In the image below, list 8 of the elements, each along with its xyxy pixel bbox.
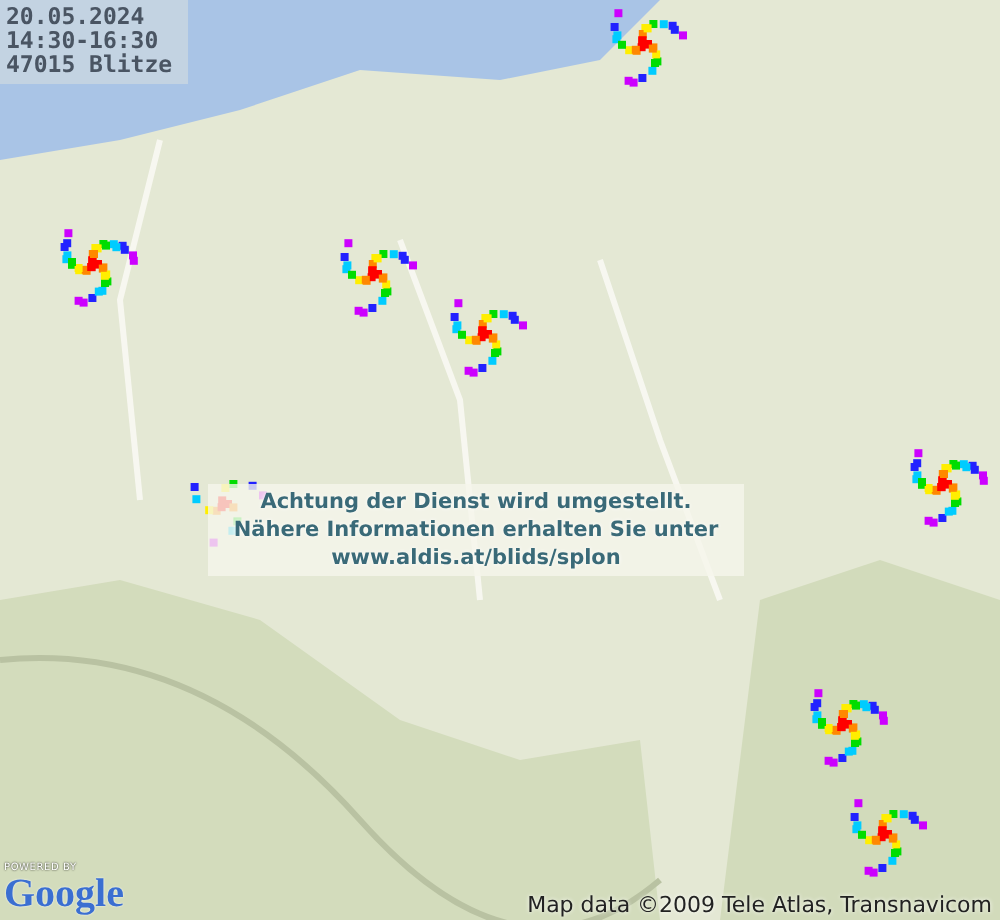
notice-text: Achtung der Dienst wird umgestellt. — [260, 488, 692, 516]
strike-count-label: 47015 Blitze — [6, 52, 173, 76]
map-logo: Google — [4, 874, 124, 914]
notice-text: Nähere Informationen erhalten Sie unter — [233, 516, 719, 544]
time-range-label: 14:30-16:30 — [6, 28, 159, 52]
map-attribution: Map data ©2009 Tele Atlas, Transnavicom — [527, 892, 992, 918]
date-label: 20.05.2024 — [6, 4, 147, 28]
notice-link[interactable]: www.aldis.at/blids/splon — [331, 544, 621, 572]
